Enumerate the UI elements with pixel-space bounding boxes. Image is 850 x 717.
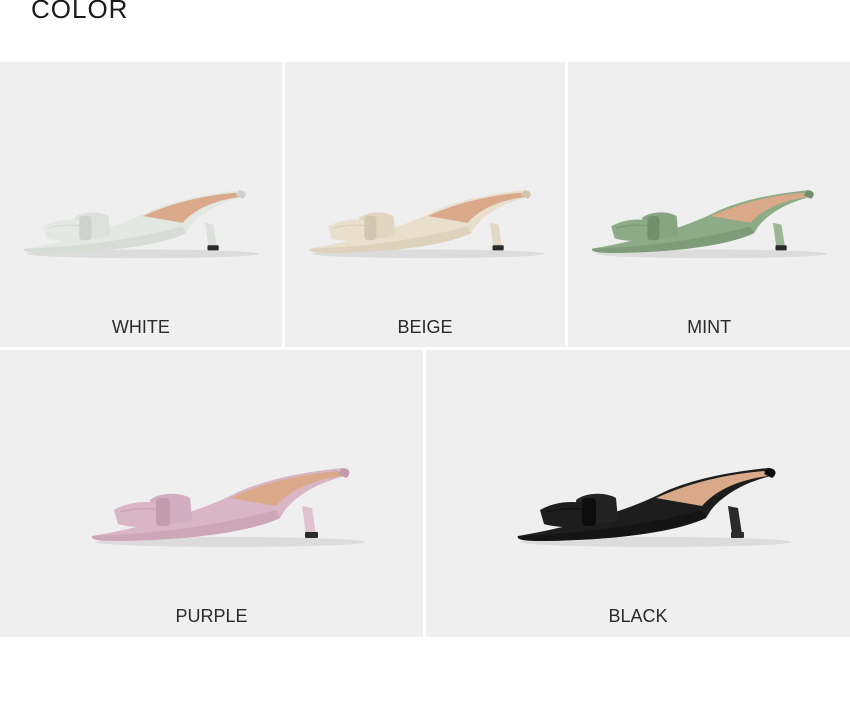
section-heading: COLOR [31, 0, 129, 24]
shoe-image-white [24, 190, 260, 259]
color-card-purple[interactable]: PURPLE [0, 350, 423, 637]
shoe-image-purple [91, 468, 365, 547]
color-label-black: BLACK [608, 606, 668, 626]
color-label-mint: MINT [687, 317, 732, 337]
color-card-beige[interactable]: BEIGE [284, 62, 566, 347]
shoe-image-beige [308, 190, 544, 259]
color-label-purple: PURPLE [175, 606, 248, 626]
color-label-white: WHITE [111, 317, 170, 337]
shoe-image-mint [592, 190, 828, 259]
shoe-image-black [517, 468, 791, 547]
color-row-bottom: PURPLE BLACK [0, 350, 850, 637]
color-row-top: WHITE BEIGE MINT [0, 62, 850, 347]
color-grid: WHITE BEIGE MINT PURPLE BLACK [0, 62, 850, 640]
color-card-mint[interactable]: MINT [568, 62, 850, 347]
color-label-beige: BEIGE [397, 317, 453, 337]
color-card-black[interactable]: BLACK [426, 350, 850, 637]
color-card-white[interactable]: WHITE [0, 62, 282, 347]
